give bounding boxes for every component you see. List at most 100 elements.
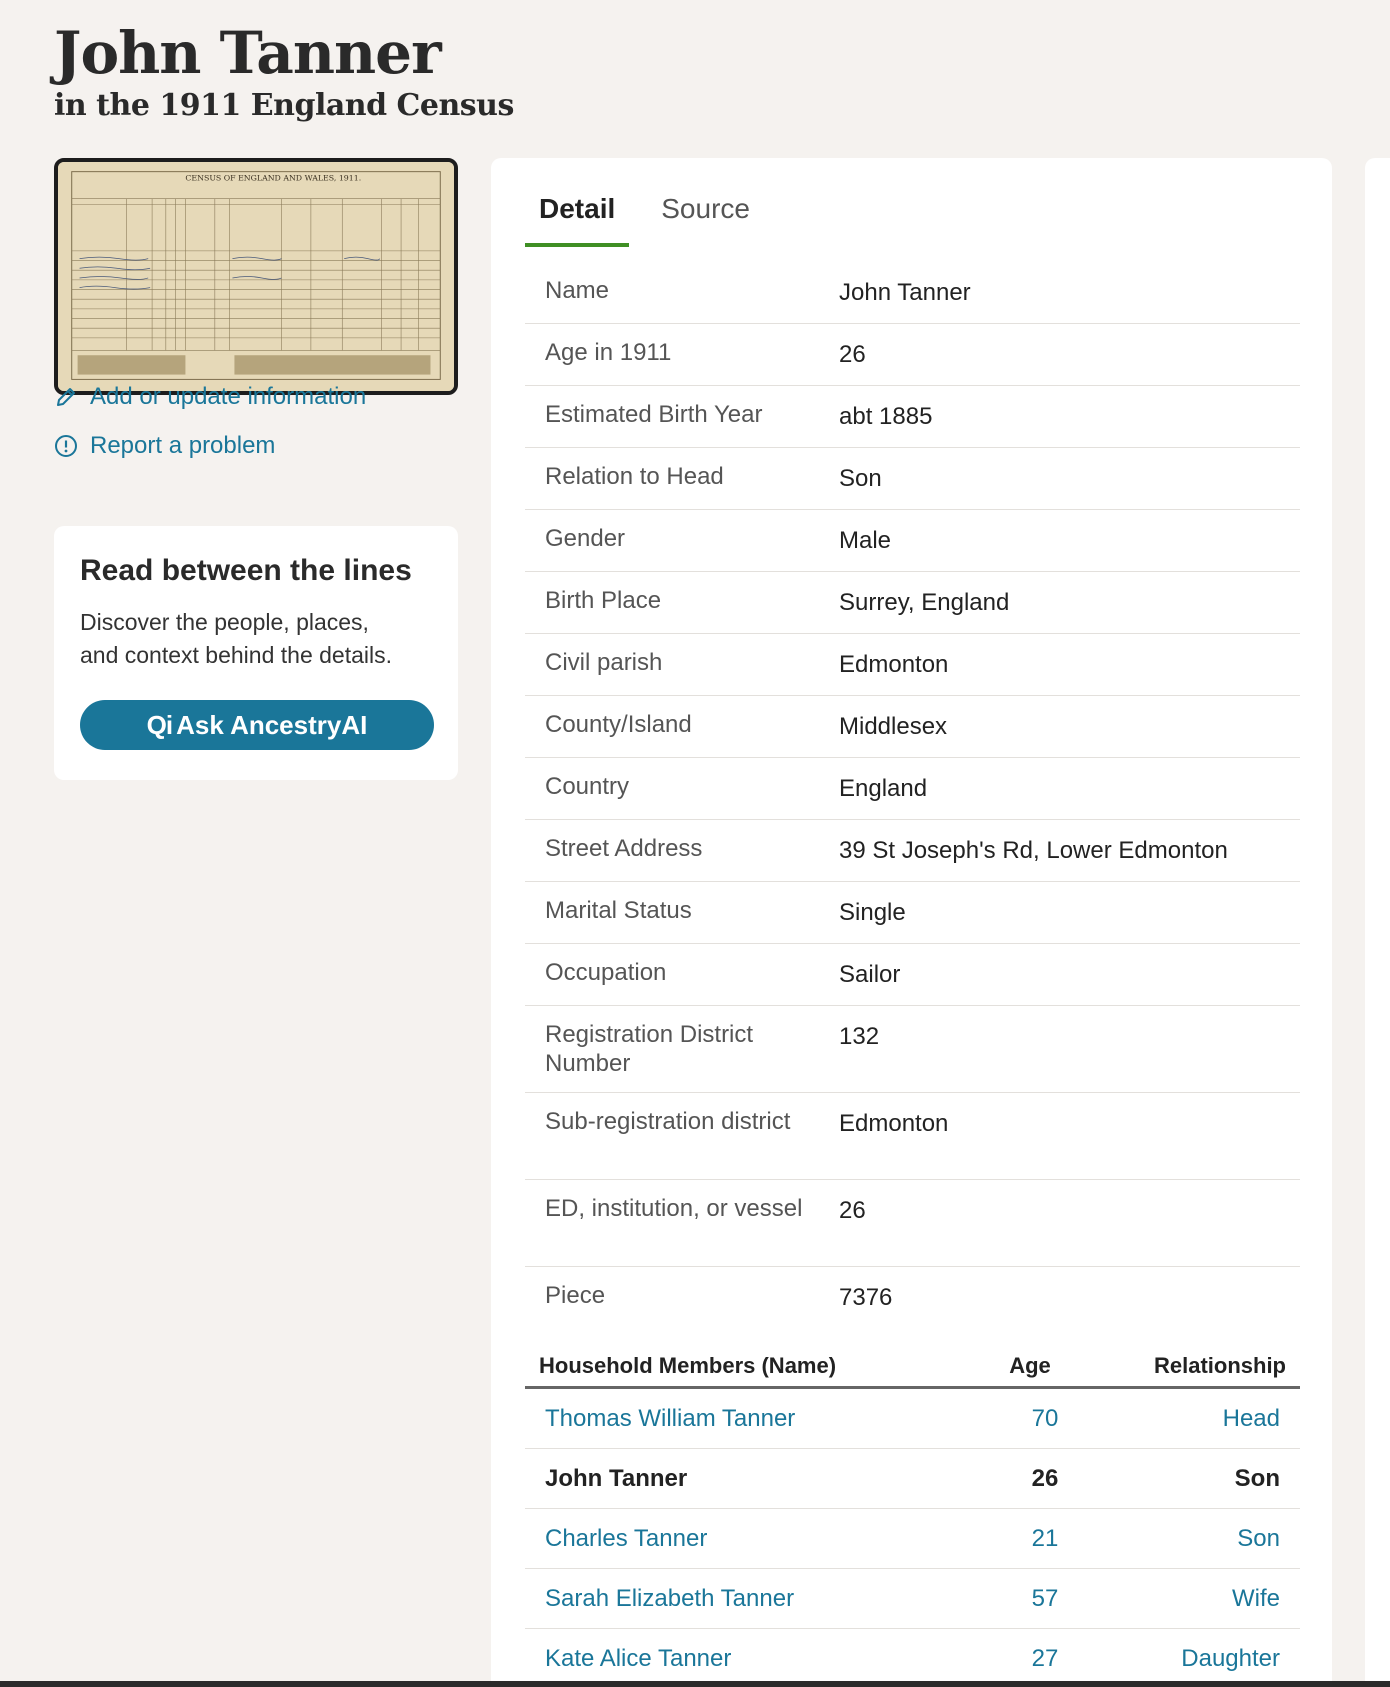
add-update-info-link[interactable]: Add or update information [54,383,366,411]
household-header-name: Household Members (Name) [539,1353,837,1378]
detail-value: John Tanner [839,279,971,306]
detail-value: 26 [839,1197,866,1224]
detail-label: ED, institution, or vessel [545,1195,803,1222]
household-member-relationship: Son [1234,1464,1280,1492]
record-tabs: Detail Source [525,193,764,247]
household-member-name-link[interactable]: Thomas William Tanner [545,1405,950,1433]
detail-row-gender: Gender Male [525,510,1300,572]
record-detail-card: Detail Source Name John Tanner Age in 19… [491,158,1332,1687]
detail-label: Piece [545,1282,606,1309]
detail-label: County/Island [545,711,692,738]
household-row-current: John Tanner 26 Son [525,1449,1300,1509]
detail-value: Sailor [839,961,901,988]
detail-value: Surrey, England [839,589,1010,616]
household-member-age: 26 [1031,1464,1059,1492]
detail-label: Sub-registration district [545,1108,791,1135]
household-member-name-link[interactable]: Charles Tanner [545,1525,950,1553]
detail-label: Marital Status [545,897,692,924]
household-member-age: 21 [1031,1524,1059,1552]
household-member-age: 70 [1031,1404,1059,1432]
detail-row-sub-registration: Sub-registration district Edmonton [525,1093,1300,1180]
detail-value: Edmonton [839,1110,949,1137]
tab-source[interactable]: Source [647,193,764,247]
thumbnail-heading: CENSUS OF ENGLAND AND WALES, 1911. [185,173,361,182]
ask-ancestry-ai-button[interactable]: Qi Ask AncestryAI [80,700,434,750]
detail-row-county: County/Island Middlesex [525,696,1300,758]
ancestry-ai-promo: Read between the lines Discover the peop… [54,526,458,780]
page-header: John Tanner in the 1911 England Census [54,18,514,123]
promo-title: Read between the lines [80,554,412,587]
detail-label: Name [545,277,610,304]
detail-value: Son [839,465,882,492]
detail-label: Occupation [545,959,667,986]
detail-label: Registration District Number [545,1021,754,1077]
detail-value: 26 [839,341,866,368]
ask-ancestry-ai-label: Ask AncestryAI [176,709,368,740]
household-row[interactable]: Kate Alice Tanner 27 Daughter [525,1629,1300,1687]
detail-label: Civil parish [545,649,663,676]
household-row[interactable]: Sarah Elizabeth Tanner 57 Wife [525,1569,1300,1629]
household-member-age: 27 [1031,1644,1059,1672]
detail-row-name: Name John Tanner [525,262,1300,324]
household-header-relationship: Relationship [1153,1353,1286,1378]
detail-row-registration-district: Registration District Number 132 [525,1006,1300,1093]
household-member-age: 57 [1031,1584,1059,1612]
detail-value: 7376 [839,1284,893,1311]
detail-value: England [839,775,928,802]
household-row[interactable]: Thomas William Tanner 70 Head [525,1389,1300,1449]
window-bottom-edge [0,1681,1390,1687]
page-subtitle: in the 1911 England Census [54,88,514,123]
detail-row-birth-place: Birth Place Surrey, England [525,572,1300,634]
detail-row-marital-status: Marital Status Single [525,882,1300,944]
detail-label: Street Address [545,835,703,862]
household-member-name: John Tanner [545,1464,688,1492]
household-row[interactable]: Charles Tanner 21 Son [525,1509,1300,1569]
detail-value: Middlesex [839,713,948,740]
report-problem-label: Report a problem [90,432,276,459]
promo-text-line2: and context behind the details. [80,642,393,668]
detail-label: Estimated Birth Year [545,401,763,428]
adjacent-panel-edge [1365,158,1390,1687]
detail-label: Age in 1911 [545,339,672,366]
household-member-relationship: Head [1222,1404,1280,1432]
household-member-relationship: Son [1237,1524,1280,1552]
household-table-header: Household Members (Name) Age Relationshi… [525,1353,1300,1389]
detail-value: 132 [839,1023,880,1050]
household-header-age: Age [1009,1353,1051,1378]
detail-label: Relation to Head [545,463,724,490]
ancestry-ai-icon: Qi [146,709,173,740]
detail-table: Name John Tanner Age in 1911 26 Estimate… [525,262,1300,1329]
detail-row-relation: Relation to Head Son [525,448,1300,510]
tab-detail[interactable]: Detail [525,193,630,247]
detail-label: Gender [545,525,626,552]
alert-circle-icon [54,434,78,458]
detail-label: Country [545,773,630,800]
pencil-icon [54,385,78,409]
detail-row-ed-institution: ED, institution, or vessel 26 [525,1180,1300,1267]
household-member-name-link[interactable]: Sarah Elizabeth Tanner [545,1585,950,1613]
detail-value: abt 1885 [839,403,933,430]
detail-row-age: Age in 1911 26 [525,324,1300,386]
promo-text: Discover the people, places, and context… [80,606,432,672]
census-image-thumbnail[interactable]: CENSUS OF ENGLAND AND WALES, 1911. [54,158,458,395]
household-member-relationship: Wife [1232,1584,1280,1612]
detail-value: Single [839,899,906,926]
household-member-relationship: Daughter [1181,1644,1280,1672]
detail-label: Birth Place [545,587,662,614]
household-members-table: Household Members (Name) Age Relationshi… [525,1353,1300,1687]
detail-row-birth-year: Estimated Birth Year abt 1885 [525,386,1300,448]
detail-row-street-address: Street Address 39 St Joseph's Rd, Lower … [525,820,1300,882]
household-member-name-link[interactable]: Kate Alice Tanner [545,1645,950,1673]
detail-row-occupation: Occupation Sailor [525,944,1300,1006]
report-problem-link[interactable]: Report a problem [54,432,275,460]
detail-value: 39 St Joseph's Rd, Lower Edmonton [839,837,1228,864]
detail-value: Edmonton [839,651,949,678]
promo-text-line1: Discover the people, places, [80,609,369,635]
detail-row-country: Country England [525,758,1300,820]
census-document-graphic: CENSUS OF ENGLAND AND WALES, 1911. [58,162,454,391]
detail-row-civil-parish: Civil parish Edmonton [525,634,1300,696]
detail-value: Male [839,527,892,554]
add-update-info-label: Add or update information [90,383,367,410]
detail-row-piece: Piece 7376 [525,1267,1300,1329]
page-title: John Tanner [54,19,442,87]
